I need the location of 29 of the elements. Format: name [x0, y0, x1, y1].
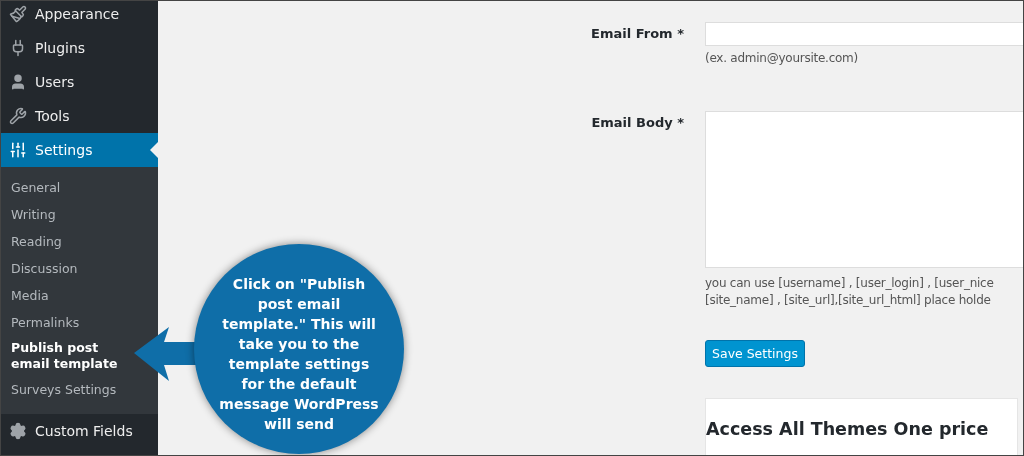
field-label: Email From * — [590, 25, 684, 41]
sliders-icon — [9, 141, 27, 159]
save-settings-button[interactable]: Save Settings — [705, 340, 805, 367]
hint-text: [site_name] , [site_url],[site_url_html] place holde — [705, 292, 992, 309]
card-title: Access All Themes One price — [706, 419, 990, 439]
submenu-item[interactable]: Surveys Settings — [1, 376, 117, 403]
menu-item[interactable]: Users — [1, 65, 158, 99]
menu-item[interactable]: Appearance — [1, 1, 158, 31]
menu-item[interactable]: Plugins — [1, 31, 158, 65]
menu-item[interactable]: Settings — [1, 133, 158, 167]
submenu-item[interactable]: Publish post email template — [1, 336, 128, 376]
submenu-item[interactable]: Writing — [1, 201, 56, 228]
hint-text: (ex. admin@yoursite.com) — [705, 50, 859, 67]
menu-item[interactable]: Custom Fields — [1, 414, 158, 448]
wrench-icon — [9, 107, 27, 125]
submenu-item[interactable]: Reading — [1, 228, 62, 255]
submenu-item[interactable]: Discussion — [1, 255, 78, 282]
textarea-field[interactable] — [705, 111, 1023, 268]
user-icon — [9, 73, 27, 91]
input-field[interactable] — [705, 22, 1023, 46]
hint-text: you can use [username] , [user_login] , [user_nice — [705, 275, 995, 292]
settings-icon — [9, 422, 27, 440]
paintbrush-icon — [9, 5, 27, 23]
submenu-item[interactable]: General — [1, 174, 61, 201]
field-label: Email Body * — [590, 114, 684, 130]
menu-item[interactable]: Tools — [1, 99, 158, 133]
submenu-item[interactable]: Permalinks — [1, 309, 80, 336]
submenu-item[interactable]: Media — [1, 282, 49, 309]
callout-bubble: Click on "Publish post email template." This will take you to the template settings for the default message WordPress will send — [194, 244, 404, 454]
